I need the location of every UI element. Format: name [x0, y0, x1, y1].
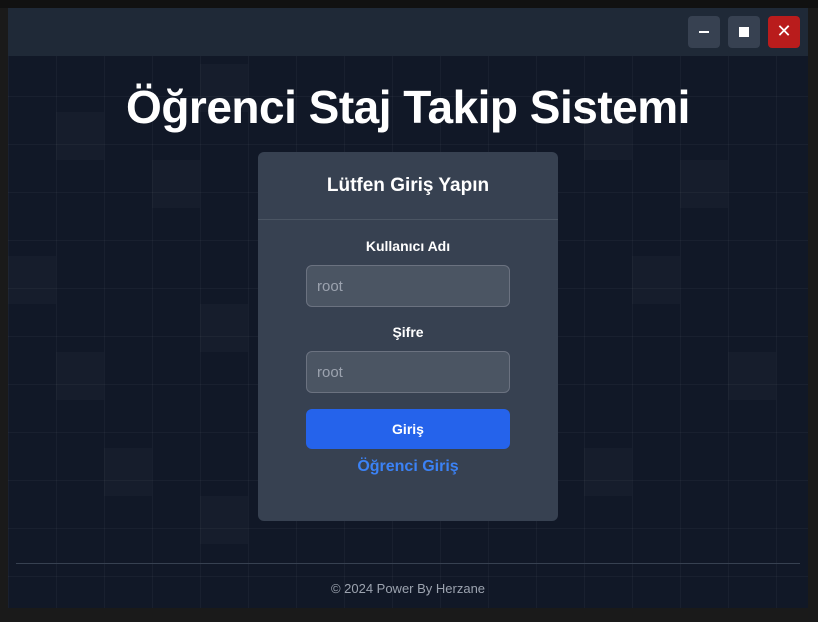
username-input[interactable] [306, 265, 510, 307]
app-window: ✕ Öğrenci Staj Takip Sistemi Lütfen Giri… [8, 8, 808, 608]
grid-tile [728, 352, 776, 400]
grid-tile [8, 256, 56, 304]
maximize-icon [739, 27, 749, 37]
maximize-button[interactable] [728, 16, 760, 48]
minimize-button[interactable] [688, 16, 720, 48]
password-label: Şifre [392, 324, 424, 340]
grid-tile [200, 304, 248, 352]
grid-tile [200, 496, 248, 544]
close-icon: ✕ [776, 21, 792, 42]
password-input[interactable] [306, 351, 510, 393]
login-card-header: Lütfen Giriş Yapın [258, 152, 558, 220]
footer-divider [16, 563, 800, 564]
login-heading: Lütfen Giriş Yapın [326, 174, 490, 196]
grid-tile [152, 160, 200, 208]
grid-tile [632, 256, 680, 304]
grid-tile [104, 448, 152, 496]
grid-tile [680, 160, 728, 208]
page-title: Öğrenci Staj Takip Sistemi [126, 81, 690, 133]
grid-tile [584, 448, 632, 496]
login-card: Lütfen Giriş Yapın Kullanıcı Adı Şifre G… [258, 152, 558, 521]
student-login-link[interactable]: Öğrenci Giriş [258, 458, 558, 476]
username-label: Kullanıcı Adı [365, 238, 451, 254]
title-bar[interactable]: ✕ [8, 8, 808, 56]
close-button[interactable]: ✕ [768, 16, 800, 48]
footer-text: © 2024 Power By Herzane [330, 581, 486, 596]
background-strip [0, 0, 818, 8]
login-button[interactable]: Giriş [306, 409, 510, 449]
minimize-icon [699, 31, 709, 33]
grid-tile [56, 352, 104, 400]
